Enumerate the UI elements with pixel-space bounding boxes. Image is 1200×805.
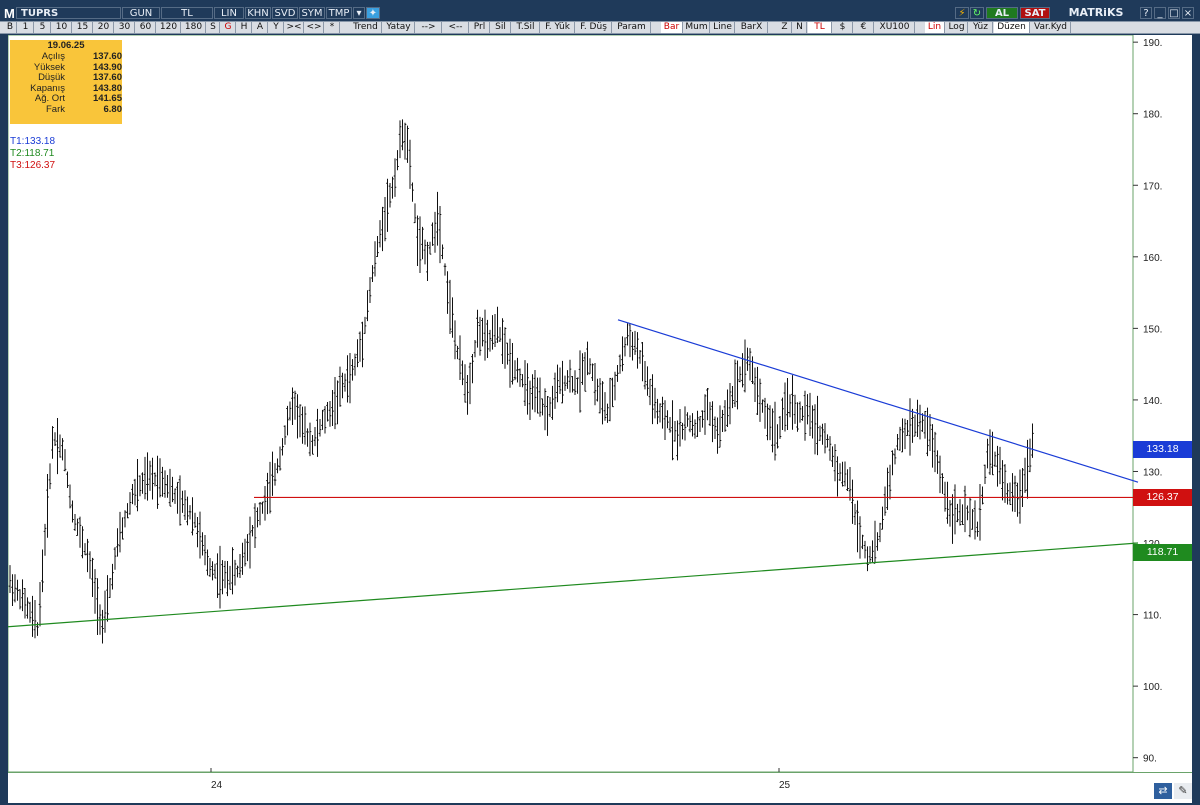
toolbar-button-29[interactable]: Mum bbox=[684, 22, 710, 33]
toolbar-button-6[interactable]: 30 bbox=[115, 22, 135, 33]
toolbar-button-33[interactable]: N bbox=[793, 22, 807, 33]
toolbar-button-20[interactable]: --> bbox=[416, 22, 442, 33]
toolbar-button-10[interactable]: S bbox=[207, 22, 220, 33]
toolbar-button-31[interactable]: BarX bbox=[736, 22, 768, 33]
toolbar-button-13[interactable]: A bbox=[253, 22, 268, 33]
svd-button[interactable]: SVD bbox=[272, 7, 298, 19]
price-tag-t3: 126.37 bbox=[1133, 489, 1192, 507]
restore-icon[interactable]: □ bbox=[1168, 7, 1180, 19]
y-tick-label: 170. bbox=[1143, 181, 1162, 192]
toolbar-button-12[interactable]: H bbox=[237, 22, 252, 33]
sym-button[interactable]: SYM bbox=[299, 7, 325, 19]
info-row: Fark 6.80 bbox=[46, 103, 122, 115]
y-tick-label: 150. bbox=[1143, 324, 1162, 335]
sync-icon[interactable]: ⇄ bbox=[1154, 783, 1172, 799]
toolbar-button-3[interactable]: 10 bbox=[52, 22, 72, 33]
toolbar-button-39[interactable]: Log bbox=[946, 22, 968, 33]
toolbar-button-21[interactable]: <-- bbox=[443, 22, 469, 33]
price-chart[interactable]: 90.100.110.120.130.140.150.160.170.180.1… bbox=[7, 34, 1192, 773]
toolbar-button-1[interactable]: 1 bbox=[18, 22, 34, 33]
toolbar-button-37[interactable]: XU100 bbox=[875, 22, 915, 33]
toolbar-button-14[interactable]: Y bbox=[269, 22, 284, 33]
toolbar-button-41[interactable]: Düzen bbox=[994, 22, 1030, 33]
price-tag-t2: 118.71 bbox=[1133, 544, 1192, 562]
toolbar-button-15[interactable]: >< bbox=[285, 22, 304, 33]
toolbar-button-19[interactable]: Yatay bbox=[383, 22, 415, 33]
toolbar-button-24[interactable]: T.Sil bbox=[512, 22, 540, 33]
trendline-label-t3: T3:126.37 bbox=[10, 160, 56, 171]
x-tick-label: 24 bbox=[211, 780, 223, 791]
toolbar-button-0[interactable]: B bbox=[4, 22, 17, 33]
toolbar-button-23[interactable]: Sil bbox=[491, 22, 511, 33]
toolbar-button-5[interactable]: 20 bbox=[94, 22, 114, 33]
ticker-field[interactable]: TUPRS bbox=[16, 7, 121, 19]
y-tick-label: 140. bbox=[1143, 396, 1162, 407]
toolbar-button-28[interactable]: Bar bbox=[661, 22, 683, 33]
currency-field[interactable]: TL bbox=[161, 7, 213, 19]
toolbar-button-40[interactable]: Yüz bbox=[969, 22, 993, 33]
trendline-label-t1: T1:133.18 bbox=[10, 136, 56, 147]
tmp-button[interactable]: TMP bbox=[326, 7, 352, 19]
toolbar-button-16[interactable]: <> bbox=[305, 22, 324, 33]
toolbar-button-18[interactable]: Trend bbox=[350, 22, 382, 33]
toolbar-button-42[interactable]: Var.Kyd bbox=[1031, 22, 1071, 33]
x-axis bbox=[8, 772, 1192, 803]
y-tick-label: 110. bbox=[1143, 611, 1162, 622]
dropdown-icon[interactable]: ▾ bbox=[353, 7, 365, 19]
toolbar-button-27[interactable]: Param bbox=[613, 22, 651, 33]
toolbar-button-7[interactable]: 60 bbox=[136, 22, 156, 33]
toolbar-button-4[interactable]: 15 bbox=[73, 22, 93, 33]
toolbar-button-35[interactable]: $ bbox=[833, 22, 853, 33]
toolbar-button-22[interactable]: Prl bbox=[470, 22, 490, 33]
toolbar-button-11[interactable]: G bbox=[221, 22, 236, 33]
minimize-icon[interactable]: _ bbox=[1154, 7, 1166, 19]
period-field[interactable]: GUN bbox=[122, 7, 160, 19]
chart-area[interactable]: 90.100.110.120.130.140.150.160.170.180.1… bbox=[7, 34, 1192, 773]
close-icon[interactable]: × bbox=[1182, 7, 1194, 19]
toolbar-button-17[interactable]: * bbox=[325, 22, 340, 33]
sell-button[interactable]: SAT bbox=[1020, 7, 1050, 19]
toolbar-button-30[interactable]: Line bbox=[711, 22, 735, 33]
khn-button[interactable]: KHN bbox=[245, 7, 271, 19]
toolbar-button-38[interactable]: Lin bbox=[925, 22, 945, 33]
app-logo: M bbox=[4, 6, 15, 21]
title-bar: M TUPRS GUN TL LIN KHN SVD SYM TMP ▾ ✦ ⚡… bbox=[0, 0, 1200, 21]
toolbar-button-34[interactable]: TL bbox=[808, 22, 832, 33]
lightning-icon[interactable]: ⚡ bbox=[955, 7, 969, 19]
y-tick-label: 130. bbox=[1143, 467, 1162, 478]
settings-icon[interactable]: ✎ bbox=[1174, 783, 1192, 799]
y-tick-label: 160. bbox=[1143, 253, 1162, 264]
y-tick-label: 190. bbox=[1143, 38, 1162, 49]
scale-field[interactable]: LIN bbox=[214, 7, 244, 19]
y-tick-label: 180. bbox=[1143, 110, 1162, 121]
price-tag-t1: 133.18 bbox=[1133, 440, 1192, 458]
toolbar-button-36[interactable]: € bbox=[854, 22, 874, 33]
toolbar-button-32[interactable]: Z bbox=[778, 22, 792, 33]
x-tick-label: 25 bbox=[779, 780, 791, 791]
twitter-icon[interactable]: ✦ bbox=[366, 7, 380, 19]
buy-button[interactable]: AL bbox=[986, 7, 1018, 19]
y-tick-label: 100. bbox=[1143, 682, 1162, 693]
brand-logo: MATRiKS bbox=[1068, 6, 1124, 19]
plot-frame bbox=[7, 34, 1134, 773]
info-row: Düşük 137.60 bbox=[38, 72, 122, 83]
trendline-label-t2: T2:118.71 bbox=[10, 148, 55, 159]
toolbar-button-2[interactable]: 5 bbox=[35, 22, 51, 33]
ohlc-info-panel: 19.06.25 Açılış 137.60 Yüksek 143.90 Düşük… bbox=[10, 40, 122, 124]
toolbar-button-25[interactable]: F. Yük bbox=[541, 22, 575, 33]
toolbar-button-26[interactable]: F. Düş bbox=[576, 22, 612, 33]
chart-toolbar: B 1 5 10 15 20 30 60 120 180 S G H A Y >< <> * Trend Yatay -… bbox=[0, 21, 1200, 34]
help-button[interactable]: ? bbox=[1140, 7, 1152, 19]
refresh-icon[interactable]: ↻ bbox=[970, 7, 984, 19]
y-tick-label: 90. bbox=[1143, 754, 1157, 765]
info-row: Açılış 137.60 bbox=[41, 51, 122, 62]
toolbar-button-8[interactable]: 120 bbox=[157, 22, 181, 33]
info-row: Ağ. Ort 141.65 bbox=[34, 93, 122, 104]
toolbar-button-9[interactable]: 180 bbox=[182, 22, 206, 33]
